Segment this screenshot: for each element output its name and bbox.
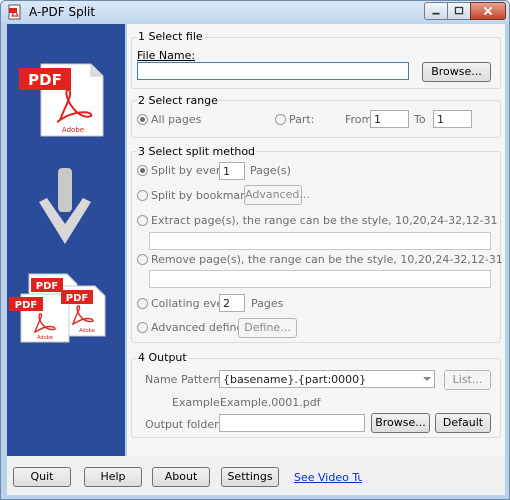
collating-unit: Pages — [251, 297, 284, 310]
multiple-pdf-icon: PDF PDF PDF Adobe Adobe — [9, 273, 106, 343]
svg-text:Adobe: Adobe — [37, 335, 53, 341]
about-button[interactable]: About — [152, 467, 210, 487]
video-tutorial-link[interactable]: See Video Tutoria — [294, 471, 362, 484]
all-pages-label: All pages — [151, 113, 202, 126]
split-bookmark-label: Split by bookmark — [151, 189, 252, 202]
name-pattern-value: {basename}.{part:0000} — [223, 373, 367, 386]
output-folder-label: Output folder: — [145, 418, 223, 431]
file-name-label: File Name: — [137, 49, 196, 62]
from-page-input[interactable]: 1 — [370, 110, 409, 128]
select-file-legend: 1 Select file — [137, 30, 204, 43]
part-radio[interactable] — [275, 114, 286, 125]
advanced-define-label: Advanced define — [151, 321, 244, 334]
remove-pages-radio[interactable] — [137, 254, 148, 265]
minimize-button[interactable] — [424, 2, 448, 20]
extract-pages-input[interactable] — [149, 232, 491, 250]
split-bookmark-radio[interactable] — [137, 190, 148, 201]
main-content: 1 Select file File Name: Browse... 2 Sel… — [127, 24, 505, 456]
app-window: A-PDF Split PDF Adobe PDF PDF PDF Adobe … — [0, 0, 510, 500]
down-arrow-icon — [39, 168, 91, 244]
close-icon — [483, 6, 493, 16]
pdf-document-icon: PDF Adobe — [19, 63, 104, 137]
advanced-define-radio[interactable] — [137, 322, 148, 333]
name-pattern-combo[interactable]: {basename}.{part:0000} — [219, 370, 435, 388]
file-name-input[interactable] — [137, 62, 409, 80]
close-button[interactable] — [470, 2, 506, 20]
title-bar[interactable]: A-PDF Split — [1, 1, 509, 23]
output-legend: 4 Output — [137, 351, 188, 364]
svg-text:PDF: PDF — [66, 293, 88, 304]
select-range-legend: 2 Select range — [137, 94, 219, 107]
to-label: To — [414, 113, 426, 126]
remove-pages-input[interactable] — [149, 270, 491, 288]
split-every-unit: Page(s) — [250, 164, 291, 177]
quit-button[interactable]: Quit — [13, 467, 71, 487]
svg-text:PDF: PDF — [36, 281, 58, 292]
split-every-input[interactable]: 1 — [219, 162, 245, 180]
part-label: Part: — [289, 113, 315, 126]
app-pdf-icon — [8, 4, 21, 20]
maximize-button[interactable] — [447, 2, 471, 20]
maximize-icon — [454, 6, 464, 15]
minimize-icon — [432, 12, 440, 15]
default-button[interactable]: Default — [435, 413, 491, 433]
define-button[interactable]: Define... — [238, 318, 297, 338]
settings-button[interactable]: Settings — [221, 467, 279, 487]
pdf-split-illustration: PDF Adobe PDF PDF PDF Adobe Adobe — [9, 63, 106, 343]
split-every-label: Split by every — [151, 164, 227, 177]
collating-input[interactable]: 2 — [219, 294, 245, 312]
name-pattern-label: Name Pattern: — [145, 373, 225, 386]
svg-text:PDF: PDF — [28, 71, 62, 89]
extract-pages-radio[interactable] — [137, 215, 148, 226]
side-illustration-panel: PDF Adobe PDF PDF PDF Adobe Adobe — [7, 24, 125, 456]
chevron-down-icon — [423, 377, 431, 381]
svg-text:Adobe: Adobe — [62, 126, 84, 134]
advanced-button[interactable]: Advanced... — [244, 185, 310, 205]
bottom-toolbar: Quit Help About Settings See Video Tutor… — [7, 456, 505, 495]
collating-radio[interactable] — [137, 298, 148, 309]
extract-pages-label: Extract page(s), the range can be the st… — [151, 214, 498, 227]
remove-pages-label: Remove page(s), the range can be the sty… — [151, 253, 503, 266]
file-browse-button[interactable]: Browse... — [422, 62, 491, 82]
svg-text:PDF: PDF — [15, 300, 37, 311]
help-button[interactable]: Help — [84, 467, 142, 487]
split-every-radio[interactable] — [137, 165, 148, 176]
all-pages-radio[interactable] — [137, 114, 148, 125]
example-label: Example: — [172, 396, 224, 409]
from-label: From — [345, 113, 373, 126]
output-folder-input[interactable] — [219, 414, 365, 432]
example-value: Example.0001.pdf — [220, 396, 321, 409]
list-button[interactable]: List... — [444, 370, 491, 390]
to-page-input[interactable]: 1 — [433, 110, 472, 128]
output-browse-button[interactable]: Browse... — [371, 413, 430, 433]
svg-text:Adobe: Adobe — [79, 328, 95, 334]
window-title: A-PDF Split — [29, 5, 96, 19]
split-method-legend: 3 Select split method — [137, 145, 257, 158]
